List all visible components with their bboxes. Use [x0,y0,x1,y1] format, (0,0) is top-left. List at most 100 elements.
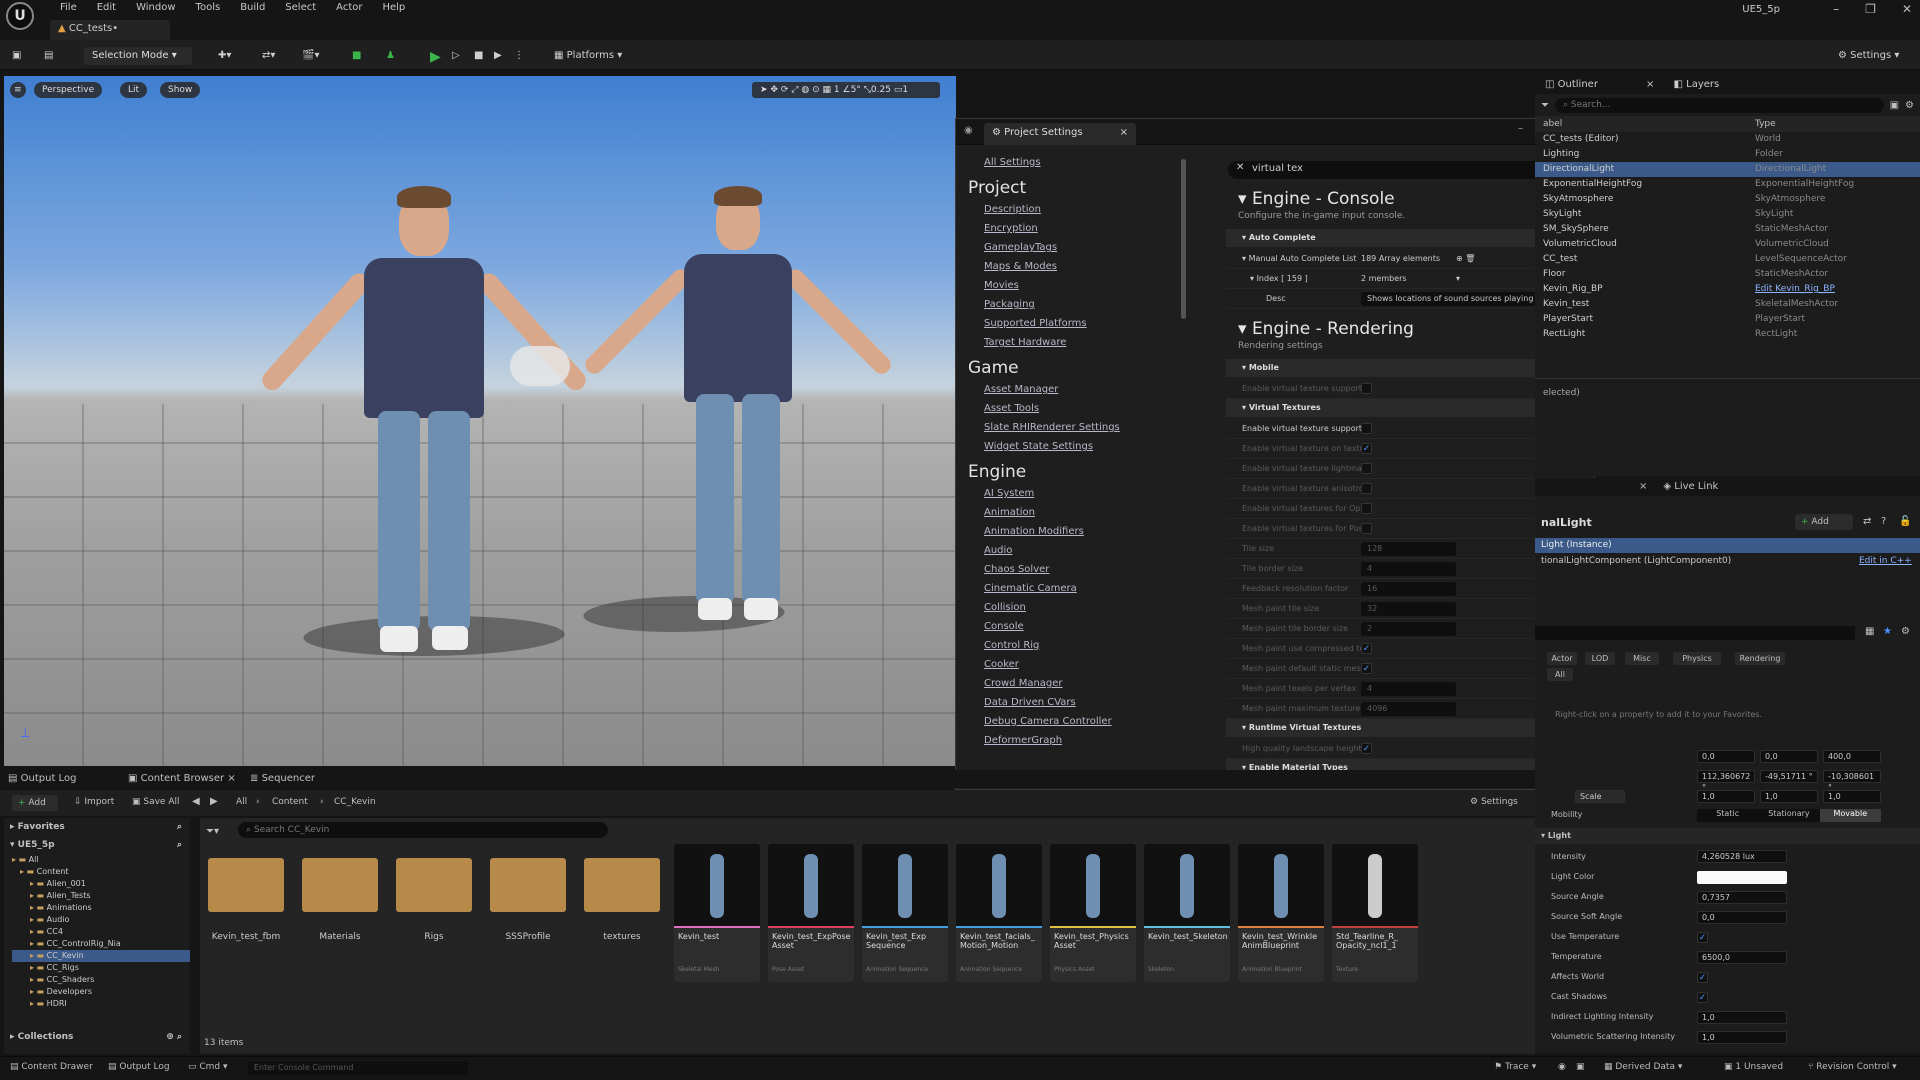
vt-property-input[interactable]: 2 [1361,621,1456,636]
rotation-y-input[interactable]: -49,51711 ° [1760,770,1818,783]
vt-property-checkbox[interactable] [1361,523,1372,534]
step-icon[interactable]: ▷ [452,47,460,65]
add-folder-icon[interactable]: ▣ [1890,100,1899,111]
show-button[interactable]: Show [160,82,201,98]
folder-tile-label[interactable]: Materials [295,932,385,942]
rotation-z-input[interactable]: -10,308601 ° [1823,770,1881,792]
viewport-menu-icon[interactable]: ≡ [10,82,26,98]
outliner-row[interactable]: CC_tests (Editor) World [1535,132,1920,147]
save-icon[interactable]: ▣ [12,47,21,65]
folder-tile-label[interactable]: Rigs [389,932,479,942]
gear-icon[interactable]: ⚙ [1901,626,1910,637]
add-element-icon[interactable]: ⊕ [1456,254,1463,263]
source-soft-angle-input[interactable]: 0,0 [1697,911,1787,924]
delete-icon[interactable]: 🗑 [1465,254,1475,263]
cb-settings-button[interactable]: ⚙ Settings [1470,797,1518,807]
volumetric-intensity-input[interactable]: 1,0 [1697,1031,1787,1044]
location-z-input[interactable]: 400,0 [1823,750,1881,763]
cmd-dropdown[interactable]: ▭ Cmd ▾ [188,1062,228,1072]
stop-icon[interactable]: ■ [474,47,483,65]
nav-link[interactable]: Cooker [984,659,1176,670]
folder-tile-icon[interactable] [208,858,284,912]
favorites-header[interactable]: ▸ Favorites ⌕ [4,818,190,836]
close-icon[interactable]: × [227,773,235,784]
content-drawer-button[interactable]: ▤ Content Drawer [10,1062,93,1072]
record-icon[interactable]: ◉ [1558,1062,1566,1072]
folder-tile-label[interactable]: SSSProfile [483,932,573,942]
light-category[interactable]: ▾ Light [1535,828,1920,844]
mode-icon[interactable]: ■ [352,47,361,65]
outliner-row[interactable]: SM_SkySphere StaticMeshActor [1535,222,1920,237]
level-tab[interactable]: ▲ CC_tests• [50,20,170,40]
component-row[interactable]: tionalLightComponent (LightComponent0) [1541,556,1731,566]
mobility-movable[interactable]: Movable [1819,809,1881,822]
folder-tile-label[interactable]: textures [577,932,667,942]
details-filter-button[interactable]: LOD [1585,652,1615,665]
nav-link[interactable]: Slate RHIRenderer Settings [984,422,1176,433]
nav-link[interactable]: Animation Modifiers [984,526,1176,537]
asset-tile[interactable]: Kevin_test_Exp Sequence Animation Sequenc… [862,844,948,982]
asset-tile[interactable]: Kevin_test_Physics Asset Physics Asset [1050,844,1136,982]
nav-link[interactable]: AI System [984,488,1176,499]
scale-icon[interactable]: ⤢ [791,85,798,95]
viewport-transform-tools[interactable]: ➤ ✥ ⟳ ⤢ ◍ ⊙ ▦ 1 ∠5° ⤡0.25 ▭1 [752,82,940,98]
vt-property-input[interactable]: 128 [1361,541,1456,556]
edit-cpp-link[interactable]: Edit in C++ [1859,556,1912,566]
details-filter-button[interactable]: Misc [1625,652,1659,665]
tree-folder-item[interactable]: ▸ ▬ CC_Shaders [12,974,190,986]
star-icon[interactable]: ★ [1883,626,1892,637]
derived-data-button[interactable]: ▦ Derived Data ▾ [1604,1062,1682,1072]
tree-folder-item[interactable]: ▸ ▬ CC4 [12,926,190,938]
details-filter-button[interactable]: Actor [1547,652,1577,665]
nav-link[interactable]: Packaging [984,299,1176,310]
nav-scrollbar[interactable] [1181,159,1186,319]
nav-link[interactable]: Crowd Manager [984,678,1176,689]
breadcrumb-all[interactable]: All [236,797,247,807]
runtime-vt-category[interactable]: ▾ Runtime Virtual Textures [1226,719,1576,737]
nav-link[interactable]: Maps & Modes [984,261,1176,272]
location-y-input[interactable]: 0,0 [1760,750,1818,763]
tree-folder-item[interactable]: ▸ ▬ Animations [12,902,190,914]
launch-icon[interactable]: ▶ [494,47,502,65]
move-icon[interactable]: ✥ [770,85,778,95]
tree-folder-item[interactable]: ▸ ▬ Content [12,866,190,878]
settings-search-input[interactable]: ✕ virtual tex [1228,161,1573,179]
outliner-row[interactable]: PlayerStart PlayerStart [1535,312,1920,327]
nav-link[interactable]: Animation [984,507,1176,518]
output-log-button[interactable]: ▤ Output Log [108,1062,170,1072]
vt-property-input[interactable]: 4096 [1361,701,1456,716]
add-collection-icon[interactable]: ⊕ ⌕ [166,1032,182,1042]
scale-dropdown[interactable]: Scale [1575,790,1625,803]
asset-tile[interactable]: Kevin_test_Wrinkle AnimBlueprint Animatio… [1238,844,1324,982]
details-search-input[interactable] [1535,626,1855,640]
minimize-icon[interactable]: – [1518,123,1523,134]
tree-folder-item[interactable]: ▸ ▬ CC_ControlRig_Nia [12,938,190,950]
asset-tile[interactable]: Kevin_test_Skeleton Skeleton [1144,844,1230,982]
chevron-down-icon[interactable]: ▾ [1456,274,1460,283]
folder-tile-icon[interactable] [490,858,566,912]
scale-z-input[interactable]: 1,0 [1823,790,1881,803]
perspective-button[interactable]: Perspective [34,82,103,98]
vt-property-input[interactable]: 4 [1361,561,1456,576]
asset-tile[interactable]: Kevin_test Skeletal Mesh [674,844,760,982]
vt-property-checkbox[interactable] [1361,483,1372,494]
vt-property-checkbox[interactable]: ✓ [1361,443,1372,454]
screenshot-icon[interactable]: ▣ [1576,1062,1585,1072]
details-filter-button[interactable]: Physics [1673,652,1721,665]
nav-link[interactable]: Control Rig [984,640,1176,651]
vt-property-checkbox[interactable]: ✓ [1361,643,1372,654]
breadcrumb-content[interactable]: Content [272,797,308,807]
auto-complete-category[interactable]: ▾ Auto Complete [1226,229,1576,247]
mobile-category[interactable]: ▾ Mobile [1226,359,1576,377]
outliner-row[interactable]: VolumetricCloud VolumetricCloud [1535,237,1920,252]
console-command-input[interactable]: Enter Console Command [248,1061,468,1075]
nav-link[interactable]: Audio [984,545,1176,556]
menu-help[interactable]: Help [372,0,415,16]
nav-link[interactable]: Description [984,204,1176,215]
affects-world-checkbox[interactable]: ✓ [1697,972,1708,983]
outliner-row-type[interactable]: Edit Kevin_Rig_BP [1755,282,1835,297]
selection-mode-dropdown[interactable]: Selection Mode ▾ [84,47,192,65]
angle-icon[interactable]: ∠ [843,85,851,95]
type-column[interactable]: Type [1755,116,1776,132]
more-icon[interactable]: ⋮ [514,47,524,65]
